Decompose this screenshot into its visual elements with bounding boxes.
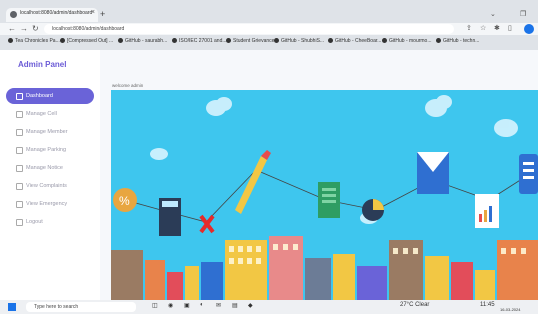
- chrome-icon[interactable]: ◉: [168, 302, 173, 309]
- share-icon[interactable]: ⇪: [466, 24, 472, 32]
- vscode-icon[interactable]: ◆: [248, 302, 253, 309]
- sidebar-item-label: Manage Notice: [26, 165, 63, 171]
- url-text: localhost:8080/admin/dashboard: [52, 26, 125, 32]
- notice-icon: [16, 165, 23, 172]
- bookmark-item[interactable]: GitHub - mourmo...: [382, 38, 432, 44]
- parking-icon: [16, 147, 23, 154]
- sidepanel-icon[interactable]: ▯: [508, 24, 512, 32]
- sidebar: Admin Panel Dashboard Manage Cell Manage…: [0, 50, 100, 300]
- bookmark-item[interactable]: Student Grievance...: [226, 38, 279, 44]
- search-placeholder: Type here to search: [34, 304, 79, 310]
- main-content: welcome admin %: [100, 50, 538, 300]
- bookmark-item[interactable]: GitHub - saurabh...: [118, 38, 167, 44]
- bookmark-item[interactable]: Tea Chronicles Pa...: [8, 38, 60, 44]
- back-icon[interactable]: ←: [8, 24, 16, 33]
- bookmark-item[interactable]: GitHub - ShubhiS...: [274, 38, 324, 44]
- complaints-icon: [16, 183, 23, 190]
- sidebar-item-view-complaints[interactable]: View Complaints: [6, 178, 94, 194]
- url-field[interactable]: localhost:8080/admin/dashboard: [44, 24, 454, 34]
- task-view-icon[interactable]: ◫: [152, 302, 158, 309]
- bookmark-item[interactable]: [Compressed Out] ...: [60, 38, 113, 44]
- store-icon[interactable]: ▤: [232, 302, 238, 309]
- restore-icon[interactable]: ❐: [520, 10, 526, 18]
- member-icon: [16, 129, 23, 136]
- browser-tab[interactable]: localhost:8080/admin/dashboard ×: [6, 8, 98, 22]
- sidebar-item-manage-member[interactable]: Manage Member: [6, 124, 94, 140]
- logout-icon: [16, 219, 23, 226]
- profile-avatar[interactable]: [524, 24, 534, 34]
- forward-icon[interactable]: →: [20, 24, 28, 33]
- sidebar-item-label: Logout: [26, 219, 43, 225]
- sidebar-item-logout[interactable]: Logout: [6, 214, 94, 230]
- sidebar-item-label: Manage Member: [26, 129, 68, 135]
- minimize-icon[interactable]: ⌄: [490, 10, 496, 18]
- sidebar-item-view-emergency[interactable]: View Emergency: [6, 196, 94, 212]
- sidebar-item-label: View Emergency: [26, 201, 68, 207]
- sidebar-item-manage-parking[interactable]: Manage Parking: [6, 142, 94, 158]
- explorer-icon[interactable]: ▣: [184, 302, 190, 309]
- svg-text:%: %: [119, 194, 130, 208]
- close-tab-icon[interactable]: ×: [91, 9, 95, 16]
- sidebar-item-label: Manage Parking: [26, 147, 67, 153]
- hero-illustration: %: [111, 90, 538, 300]
- windows-icon[interactable]: [8, 303, 16, 311]
- star-icon[interactable]: ☆: [480, 24, 486, 32]
- globe-icon: [10, 11, 17, 18]
- bookmark-item[interactable]: ISO/IEC 27001 and...: [172, 38, 227, 44]
- bookmark-item[interactable]: GitHub - techn...: [436, 38, 479, 44]
- sidebar-item-label: View Complaints: [26, 183, 67, 189]
- cell-icon: [16, 111, 23, 118]
- brand-title: Admin Panel: [18, 60, 67, 69]
- reload-icon[interactable]: ↻: [32, 24, 39, 33]
- tab-bar: localhost:8080/admin/dashboard × + ⌄ ❐: [0, 8, 538, 22]
- taskbar: Type here to search ◫ ◉ ▣ ◐ ✉ ▤ ◆ 27°C C…: [0, 300, 538, 314]
- sidebar-item-manage-notice[interactable]: Manage Notice: [6, 160, 94, 176]
- welcome-text: welcome admin: [112, 83, 144, 88]
- sidebar-item-dashboard[interactable]: Dashboard: [6, 88, 94, 104]
- tab-title: localhost:8080/admin/dashboard: [20, 10, 93, 16]
- edge-icon[interactable]: ◐: [200, 302, 204, 308]
- weather-text[interactable]: 27°C Clear: [400, 302, 429, 308]
- mail-icon[interactable]: ✉: [216, 302, 221, 309]
- browser-chrome: localhost:8080/admin/dashboard × + ⌄ ❐ ←…: [0, 0, 538, 50]
- sidebar-item-manage-cell[interactable]: Manage Cell: [6, 106, 94, 122]
- address-bar-row: ← → ↻ localhost:8080/admin/dashboard ⇪ ☆…: [0, 23, 538, 35]
- bookmark-item[interactable]: GitHub - CheeBoar...: [328, 38, 381, 44]
- extensions-icon[interactable]: ✱: [494, 24, 500, 32]
- dashboard-icon: [16, 93, 23, 100]
- bookmarks-bar: Tea Chronicles Pa... [Compressed Out] ..…: [0, 36, 538, 48]
- new-tab-button[interactable]: +: [100, 9, 105, 19]
- clock-date[interactable]: 16-03-2024: [500, 307, 520, 312]
- emergency-icon: [16, 201, 23, 208]
- taskbar-search[interactable]: Type here to search: [26, 302, 136, 312]
- sidebar-item-label: Manage Cell: [26, 111, 57, 117]
- clock-time[interactable]: 11:45: [480, 302, 495, 308]
- sidebar-item-label: Dashboard: [26, 93, 53, 99]
